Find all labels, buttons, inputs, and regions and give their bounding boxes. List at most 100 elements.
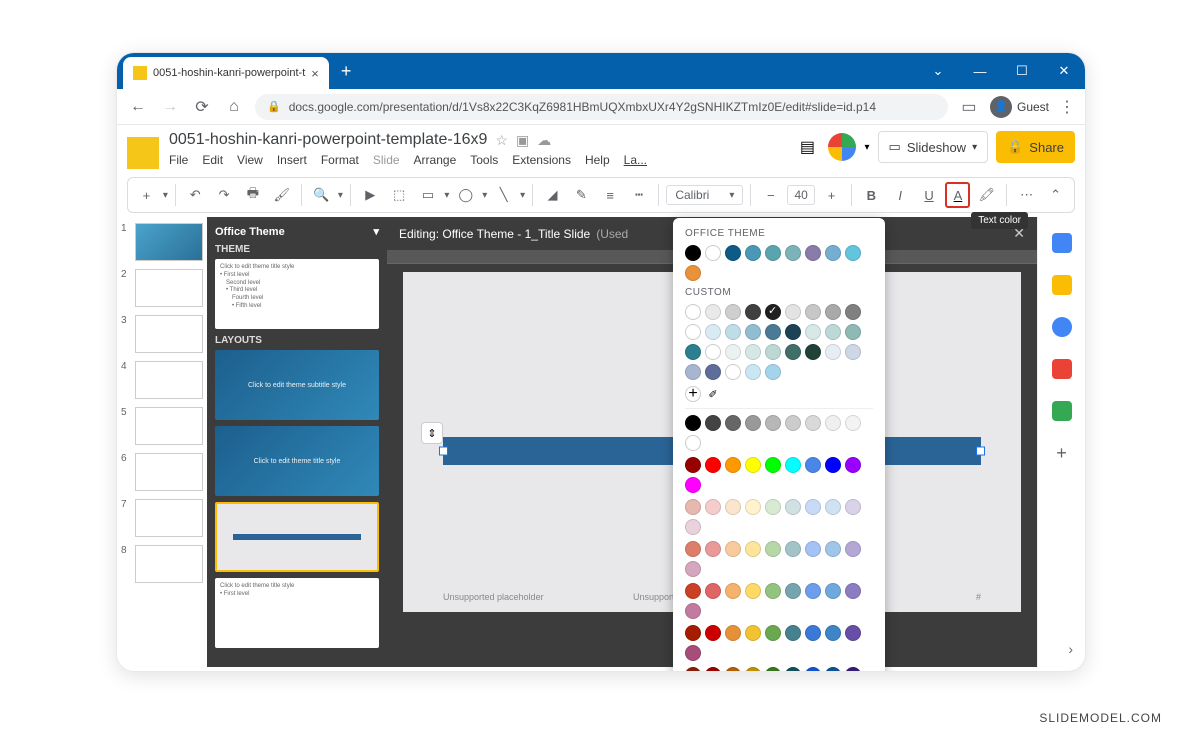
undo-button[interactable]: ↶	[183, 182, 208, 208]
menu-view[interactable]: View	[237, 153, 263, 167]
tab-close-icon[interactable]: ×	[311, 66, 319, 81]
color-swatch[interactable]	[685, 364, 701, 380]
underline-button[interactable]: U	[917, 182, 942, 208]
color-swatch[interactable]	[845, 499, 861, 515]
image-tool[interactable]: ▭	[416, 182, 441, 208]
chevron-down-icon[interactable]: ⌄	[917, 63, 959, 79]
addons-plus-icon[interactable]: +	[1056, 443, 1067, 464]
line-tool[interactable]: ╲	[491, 182, 516, 208]
color-swatch[interactable]	[785, 457, 801, 473]
color-swatch[interactable]	[685, 603, 701, 619]
color-swatch[interactable]	[845, 625, 861, 641]
color-swatch[interactable]	[785, 541, 801, 557]
color-swatch[interactable]	[745, 667, 761, 672]
color-swatch[interactable]	[685, 457, 701, 473]
calendar-icon[interactable]	[1052, 233, 1072, 253]
color-swatch[interactable]	[765, 625, 781, 641]
color-swatch[interactable]	[745, 499, 761, 515]
pen-color-button[interactable]: ✎	[569, 182, 594, 208]
outline-toggle-icon[interactable]: ⇕	[421, 422, 443, 444]
color-swatch[interactable]	[705, 304, 721, 320]
color-swatch[interactable]	[725, 583, 741, 599]
keep-icon[interactable]	[1052, 275, 1072, 295]
reload-icon[interactable]: ⟳	[191, 97, 213, 117]
italic-button[interactable]: I	[888, 182, 913, 208]
text-color-button[interactable]: A	[945, 182, 970, 208]
color-swatch[interactable]	[725, 304, 741, 320]
collapse-toolbar-button[interactable]: ⌃	[1043, 182, 1068, 208]
color-swatch[interactable]	[685, 625, 701, 641]
layout-thumb-3-selected[interactable]	[215, 502, 379, 572]
zoom-dropdown[interactable]: ▾	[338, 190, 343, 201]
zoom-button[interactable]: 🔍	[309, 182, 334, 208]
color-swatch[interactable]	[725, 499, 741, 515]
color-swatch[interactable]	[805, 457, 821, 473]
color-swatch[interactable]	[725, 324, 741, 340]
slideshow-button[interactable]: ▭ Slideshow ▾	[878, 131, 989, 163]
color-swatch[interactable]	[785, 583, 801, 599]
color-swatch[interactable]	[785, 245, 801, 261]
color-swatch[interactable]	[785, 667, 801, 672]
border-dash-button[interactable]: ┅	[627, 182, 652, 208]
star-icon[interactable]: ☆	[495, 132, 508, 149]
color-swatch[interactable]	[745, 344, 761, 360]
color-swatch[interactable]	[685, 415, 701, 431]
color-swatch[interactable]	[685, 519, 701, 535]
color-swatch[interactable]	[825, 457, 841, 473]
meet-dropdown-icon[interactable]: ▾	[864, 142, 869, 153]
contacts-icon[interactable]	[1052, 359, 1072, 379]
color-swatch[interactable]	[825, 304, 841, 320]
color-swatch[interactable]	[825, 324, 841, 340]
color-swatch[interactable]	[845, 583, 861, 599]
thumb-3[interactable]	[135, 315, 203, 353]
color-swatch[interactable]	[825, 499, 841, 515]
thumb-6[interactable]	[135, 453, 203, 491]
cloud-icon[interactable]: ☁	[537, 132, 551, 149]
color-swatch[interactable]	[785, 344, 801, 360]
color-swatch[interactable]	[765, 667, 781, 672]
color-swatch[interactable]	[845, 304, 861, 320]
shape-tool[interactable]: ◯	[453, 182, 478, 208]
color-swatch[interactable]	[765, 245, 781, 261]
color-swatch[interactable]	[685, 324, 701, 340]
menu-help[interactable]: Help	[585, 153, 610, 167]
menu-file[interactable]: File	[169, 153, 188, 167]
color-swatch[interactable]	[705, 541, 721, 557]
color-swatch[interactable]	[825, 541, 841, 557]
color-swatch[interactable]	[705, 415, 721, 431]
new-slide-dropdown[interactable]: ▾	[163, 190, 168, 201]
select-tool[interactable]: ▶	[358, 182, 383, 208]
color-swatch[interactable]	[805, 415, 821, 431]
collapse-sidepanel-icon[interactable]: ›	[1068, 641, 1073, 657]
fill-color-button[interactable]: ◢	[540, 182, 565, 208]
color-swatch[interactable]	[845, 667, 861, 672]
layout-thumb-1[interactable]: Click to edit theme subtitle style	[215, 350, 379, 420]
color-swatch[interactable]	[685, 645, 701, 661]
color-swatch[interactable]	[825, 583, 841, 599]
more-tools-button[interactable]: ⋯	[1014, 182, 1039, 208]
profile-chip[interactable]: 👤 Guest	[990, 96, 1049, 118]
color-swatch[interactable]	[845, 541, 861, 557]
decrease-font-button[interactable]: −	[758, 182, 783, 208]
color-swatch[interactable]	[845, 245, 861, 261]
color-swatch[interactable]	[685, 265, 701, 281]
browser-tab[interactable]: 0051-hoshin-kanri-powerpoint-t ×	[123, 57, 329, 89]
color-swatch[interactable]	[845, 415, 861, 431]
color-swatch[interactable]	[745, 364, 761, 380]
slideshow-dropdown-icon[interactable]: ▾	[972, 142, 977, 153]
color-swatch[interactable]	[785, 499, 801, 515]
textbox-tool[interactable]: ⬚	[387, 182, 412, 208]
reader-icon[interactable]: ▭	[958, 97, 980, 117]
chrome-menu-icon[interactable]: ⋮	[1059, 97, 1075, 117]
color-swatch[interactable]	[685, 541, 701, 557]
color-swatch[interactable]	[685, 344, 701, 360]
menu-extensions[interactable]: Extensions	[512, 153, 571, 167]
thumb-1[interactable]	[135, 223, 203, 261]
menu-insert[interactable]: Insert	[277, 153, 307, 167]
increase-font-button[interactable]: +	[819, 182, 844, 208]
color-swatch[interactable]	[805, 245, 821, 261]
color-swatch[interactable]	[825, 245, 841, 261]
color-swatch[interactable]	[825, 344, 841, 360]
highlight-button[interactable]: 🖍	[974, 182, 999, 208]
layout-thumb-4[interactable]: Click to edit theme title style • First …	[215, 578, 379, 648]
